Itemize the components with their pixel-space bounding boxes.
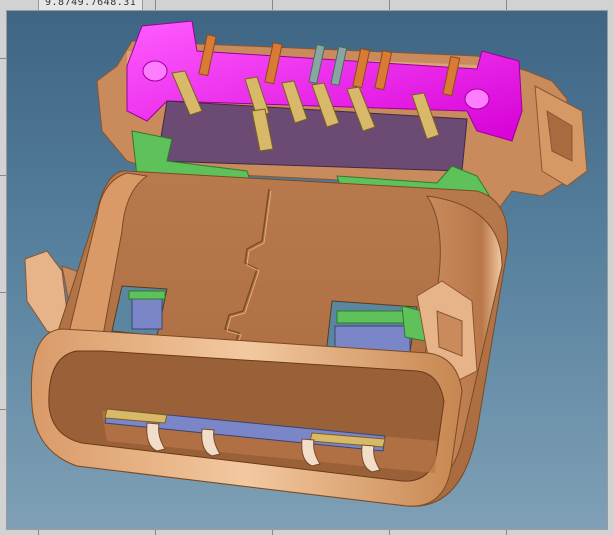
left-window: [111, 285, 168, 337]
ruler-tick: [389, 0, 390, 10]
ruler-tick: [272, 0, 273, 10]
3d-viewport[interactable]: [6, 10, 608, 530]
side-clip-right: [534, 85, 588, 187]
cad-window: 9.8749.7648.31: [0, 0, 614, 535]
ruler-tick: [506, 0, 507, 10]
front-opening: [30, 328, 463, 507]
coordinate-readout: 9.8749.7648.31: [38, 0, 144, 10]
ruler-tick: [155, 0, 156, 10]
connector-model: [24, 20, 588, 507]
